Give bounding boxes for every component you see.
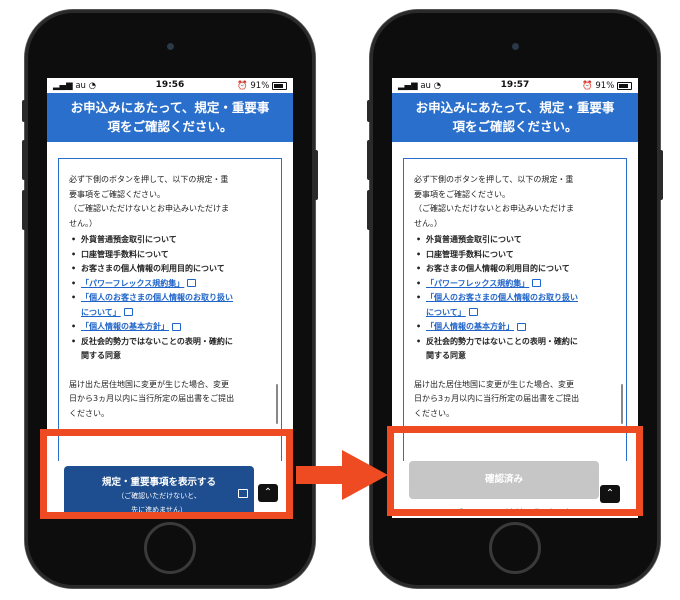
volume-down-button: [367, 190, 371, 230]
residence-note: 届け出た居住地国に変更が生じた場合、変更 日から3ヵ月以内に当行所定の届出書をご…: [69, 378, 271, 422]
link-label[interactable]: について」: [426, 308, 466, 317]
link-label[interactable]: 「個人のお客さまの個人情報のお取り扱い: [81, 293, 233, 302]
list-item-label: 関する同意: [426, 351, 466, 360]
privacy-policy-link[interactable]: 「個人情報の基本方針」: [414, 320, 616, 335]
volume-down-button: [22, 190, 26, 230]
residence-note: 届け出た居住地国に変更が生じた場合、変更 日から3ヵ月以内に当行所定の届出書をご…: [414, 378, 616, 422]
battery-status: ⏰ 91%: [237, 81, 287, 91]
page-banner: お申込みにあたって、規定・重要事 項をご確認ください。: [47, 93, 293, 142]
alarm-icon: ⏰: [582, 81, 593, 91]
scrollbar[interactable]: [276, 384, 278, 424]
list-item: 反社会的勢力ではないことの表明・確約に関する同意: [414, 335, 616, 364]
list-item-label: 口座管理手数料について: [426, 249, 514, 259]
intro-text: 要事項をご確認ください。: [414, 189, 510, 199]
right-arrow-icon: [296, 450, 388, 500]
link-label[interactable]: 「個人情報の基本方針」: [81, 322, 169, 331]
note-line: 日から3ヵ月以内に当行所定の届出書をご提出: [414, 394, 580, 403]
intro-note: （ご確認いただけないとお申込みいただけま: [414, 204, 574, 213]
note-line: 届け出た居住地国に変更が生じた場合、変更: [69, 379, 229, 389]
terms-list: 外貨普通預金取引について 口座管理手数料について お客さまの個人情報の利用目的に…: [414, 233, 616, 364]
battery-percent: 91%: [595, 81, 615, 91]
alarm-icon: ⏰: [237, 81, 248, 91]
link-label[interactable]: 「個人情報の基本方針」: [426, 322, 514, 331]
intro-note: せん。）: [414, 218, 442, 228]
list-item: 口座管理手数料について: [414, 248, 616, 263]
battery-percent: 91%: [250, 81, 270, 91]
personal-info-handling-link[interactable]: 「個人のお客さまの個人情報のお取り扱いについて」: [414, 291, 616, 320]
list-item-label: 口座管理手数料について: [81, 249, 169, 259]
right-button-highlight: [387, 426, 643, 516]
terms-list: 外貨普通預金取引について 口座管理手数料について お客さまの個人情報の利用目的に…: [69, 233, 271, 364]
note-line: 日から3ヵ月以内に当行所定の届出書をご提出: [69, 394, 235, 403]
list-item-label: お客さまの個人情報の利用目的について: [426, 264, 570, 273]
banner-line-2: 項をご確認ください。: [107, 119, 233, 134]
banner-line-1: お申込みにあたって、規定・重要事: [70, 100, 270, 115]
banner-line-2: 項をご確認ください。: [452, 119, 578, 134]
intro-note: （ご確認いただけないとお申込みいただけま: [69, 204, 229, 213]
mute-switch: [367, 100, 371, 122]
list-item: 反社会的勢力ではないことの表明・確約に関する同意: [69, 335, 271, 364]
personal-info-handling-link[interactable]: 「個人のお客さまの個人情報のお取り扱いについて」: [69, 291, 271, 320]
note-line: ください。: [414, 408, 454, 418]
link-label[interactable]: 「パワーフレックス規約集」: [426, 279, 529, 288]
intro-text: 必ず下側のボタンを押して、以下の規定・重: [69, 175, 229, 184]
link-label[interactable]: 「個人のお客さまの個人情報のお取り扱い: [426, 293, 578, 302]
left-button-highlight: [40, 429, 293, 519]
note-line: ください。: [69, 408, 109, 418]
list-item-label: 外貨普通預金取引について: [81, 235, 177, 244]
privacy-policy-link[interactable]: 「個人情報の基本方針」: [69, 320, 271, 335]
battery-status: ⏰ 91%: [582, 81, 632, 91]
list-item: お客さまの個人情報の利用目的について: [69, 262, 271, 277]
scrollbar[interactable]: [621, 384, 623, 424]
powerflex-terms-link[interactable]: 「パワーフレックス規約集」: [414, 277, 616, 292]
powerflex-terms-link[interactable]: 「パワーフレックス規約集」: [69, 277, 271, 292]
terms-card: 必ず下側のボタンを押して、以下の規定・重 要事項をご確認ください。 （ご確認いた…: [58, 158, 282, 464]
volume-up-button: [367, 140, 371, 180]
battery-icon: [272, 81, 287, 90]
external-link-icon: [532, 279, 542, 287]
list-item-label: 関する同意: [81, 351, 121, 360]
volume-up-button: [22, 140, 26, 180]
link-label[interactable]: について」: [81, 308, 121, 317]
front-camera: [512, 43, 519, 50]
external-link-icon: [468, 308, 478, 316]
mute-switch: [22, 100, 26, 122]
note-line: 届け出た居住地国に変更が生じた場合、変更: [414, 379, 574, 389]
intro-text: 必ず下側のボタンを押して、以下の規定・重: [414, 175, 574, 184]
terms-card: 必ず下側のボタンを押して、以下の規定・重 要事項をご確認ください。 （ご確認いた…: [403, 158, 627, 464]
list-item-label: お客さまの個人情報の利用目的について: [81, 264, 225, 273]
front-camera: [167, 43, 174, 50]
external-link-icon: [187, 279, 197, 287]
home-button[interactable]: [489, 522, 541, 574]
list-item: 外貨普通預金取引について: [69, 233, 271, 248]
intro-text: 要事項をご確認ください。: [69, 189, 165, 199]
power-button: [314, 150, 318, 200]
list-item-label: 反社会的勢力ではないことの表明・確約に: [426, 336, 578, 346]
link-label[interactable]: 「パワーフレックス規約集」: [81, 279, 184, 288]
list-item-label: 反社会的勢力ではないことの表明・確約に: [81, 336, 233, 346]
list-item: 外貨普通預金取引について: [414, 233, 616, 248]
intro-note: せん。）: [69, 218, 97, 228]
external-link-icon: [172, 322, 181, 331]
list-item-label: 外貨普通預金取引について: [426, 235, 522, 244]
status-bar: ▂▄▆ au ◔ 19:56 ⏰ 91%: [47, 78, 293, 93]
home-button[interactable]: [144, 522, 196, 574]
battery-icon: [617, 81, 632, 90]
list-item: 口座管理手数料について: [69, 248, 271, 263]
banner-line-1: お申込みにあたって、規定・重要事: [415, 100, 615, 115]
list-item: お客さまの個人情報の利用目的について: [414, 262, 616, 277]
page-banner: お申込みにあたって、規定・重要事 項をご確認ください。: [392, 93, 638, 142]
external-link-icon: [517, 322, 526, 331]
external-link-icon: [123, 308, 133, 316]
power-button: [659, 150, 663, 200]
status-bar: ▂▄▆ au ◔ 19:57 ⏰ 91%: [392, 78, 638, 93]
